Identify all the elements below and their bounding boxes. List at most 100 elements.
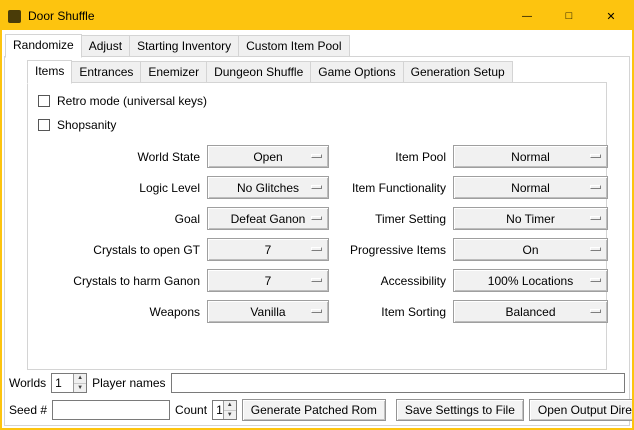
dropdown-indicator-icon — [590, 278, 601, 282]
item-sorting-value: Balanced — [505, 305, 555, 319]
item-sorting-dropdown[interactable]: Balanced — [453, 300, 608, 323]
app-icon — [8, 10, 21, 23]
crystals-harm-ganon-dropdown[interactable]: 7 — [207, 269, 329, 292]
randomize-tab-panel: Items Entrances Enemizer Dungeon Shuffle… — [4, 56, 630, 426]
tab-game-options[interactable]: Game Options — [310, 61, 403, 83]
minimize-icon: — — [522, 11, 532, 22]
player-names-input[interactable] — [171, 373, 626, 393]
spin-up-icon[interactable]: ▲ — [224, 401, 236, 411]
world-state-value: Open — [253, 150, 282, 164]
seed-row: Seed # Count 1 ▲ ▼ Generate Patched Rom … — [9, 399, 625, 421]
item-pool-label: Item Pool — [336, 150, 446, 164]
timer-setting-label: Timer Setting — [336, 212, 446, 226]
tab-randomize[interactable]: Randomize — [5, 34, 82, 58]
dropdown-indicator-icon — [590, 216, 601, 220]
worlds-spinbox[interactable]: 1 ▲ ▼ — [51, 373, 87, 393]
spin-down-icon[interactable]: ▼ — [224, 411, 236, 420]
dropdown-indicator-icon — [590, 154, 601, 158]
window-title: Door Shuffle — [28, 9, 95, 23]
shopsanity-label: Shopsanity — [57, 118, 116, 132]
weapons-dropdown[interactable]: Vanilla — [207, 300, 329, 323]
items-tab-panel: Retro mode (universal keys) Shopsanity W… — [27, 82, 607, 370]
tab-entrances[interactable]: Entrances — [71, 61, 141, 83]
player-names-label: Player names — [92, 376, 165, 390]
dropdown-indicator-icon — [590, 247, 601, 251]
window-controls: — □ ✕ — [506, 2, 632, 30]
goal-label: Goal — [36, 212, 200, 226]
logic-level-dropdown[interactable]: No Glitches — [207, 176, 329, 199]
shopsanity-checkbox[interactable] — [38, 119, 50, 131]
dropdown-indicator-icon — [311, 216, 322, 220]
tab-custom-item-pool[interactable]: Custom Item Pool — [238, 35, 349, 57]
settings-grid: World State Open Item Pool Normal Logic … — [36, 145, 606, 323]
accessibility-dropdown[interactable]: 100% Locations — [453, 269, 608, 292]
tab-adjust[interactable]: Adjust — [81, 35, 130, 57]
seed-label: Seed # — [9, 403, 47, 417]
tab-items[interactable]: Items — [27, 60, 72, 84]
worlds-value: 1 — [52, 374, 73, 392]
goal-dropdown[interactable]: Defeat Ganon — [207, 207, 329, 230]
accessibility-label: Accessibility — [336, 274, 446, 288]
crystals-harm-ganon-value: 7 — [265, 274, 272, 288]
save-settings-button[interactable]: Save Settings to File — [396, 399, 524, 421]
world-state-dropdown[interactable]: Open — [207, 145, 329, 168]
accessibility-value: 100% Locations — [488, 274, 573, 288]
tab-generation-setup[interactable]: Generation Setup — [403, 61, 513, 83]
tab-enemizer[interactable]: Enemizer — [140, 61, 207, 83]
dropdown-indicator-icon — [311, 309, 322, 313]
item-functionality-value: Normal — [511, 181, 550, 195]
spin-down-icon[interactable]: ▼ — [74, 384, 86, 393]
count-label: Count — [175, 403, 207, 417]
open-output-directory-button[interactable]: Open Output Directory — [529, 399, 634, 421]
main-tab-bar: Randomize Adjust Starting Inventory Cust… — [2, 30, 632, 57]
dropdown-indicator-icon — [311, 247, 322, 251]
progressive-items-dropdown[interactable]: On — [453, 238, 608, 261]
dropdown-indicator-icon — [311, 185, 322, 189]
count-spinbox[interactable]: 1 ▲ ▼ — [212, 400, 237, 420]
retro-mode-label: Retro mode (universal keys) — [57, 94, 207, 108]
count-spin-arrows: ▲ ▼ — [223, 401, 236, 419]
crystals-open-gt-label: Crystals to open GT — [36, 243, 200, 257]
logic-level-value: No Glitches — [237, 181, 299, 195]
timer-setting-dropdown[interactable]: No Timer — [453, 207, 608, 230]
titlebar: Door Shuffle — □ ✕ — [2, 2, 632, 30]
shopsanity-row: Shopsanity — [38, 113, 606, 137]
close-button[interactable]: ✕ — [590, 2, 632, 30]
weapons-value: Vanilla — [250, 305, 285, 319]
spin-up-icon[interactable]: ▲ — [74, 374, 86, 384]
progressive-items-label: Progressive Items — [336, 243, 446, 257]
goal-value: Defeat Ganon — [231, 212, 306, 226]
generate-patched-rom-button[interactable]: Generate Patched Rom — [242, 399, 386, 421]
tab-starting-inventory[interactable]: Starting Inventory — [129, 35, 239, 57]
worlds-row: Worlds 1 ▲ ▼ Player names — [9, 372, 625, 394]
crystals-harm-ganon-label: Crystals to harm Ganon — [36, 274, 200, 288]
dropdown-indicator-icon — [590, 185, 601, 189]
dropdown-indicator-icon — [590, 309, 601, 313]
retro-mode-checkbox[interactable] — [38, 95, 50, 107]
worlds-spin-arrows: ▲ ▼ — [73, 374, 86, 392]
dropdown-indicator-icon — [311, 154, 322, 158]
tab-dungeon-shuffle[interactable]: Dungeon Shuffle — [206, 61, 311, 83]
seed-input[interactable] — [52, 400, 170, 420]
timer-setting-value: No Timer — [506, 212, 555, 226]
logic-level-label: Logic Level — [36, 181, 200, 195]
item-sorting-label: Item Sorting — [336, 305, 446, 319]
crystals-open-gt-dropdown[interactable]: 7 — [207, 238, 329, 261]
close-icon: ✕ — [606, 10, 615, 23]
world-state-label: World State — [36, 150, 200, 164]
bottom-controls: Worlds 1 ▲ ▼ Player names Seed # Count 1 — [9, 372, 625, 421]
worlds-label: Worlds — [9, 376, 46, 390]
maximize-button[interactable]: □ — [548, 2, 590, 30]
item-functionality-dropdown[interactable]: Normal — [453, 176, 608, 199]
door-shuffle-window: Door Shuffle — □ ✕ Randomize Adjust Star… — [0, 0, 634, 430]
crystals-open-gt-value: 7 — [265, 243, 272, 257]
progressive-items-value: On — [522, 243, 538, 257]
minimize-button[interactable]: — — [506, 2, 548, 30]
item-pool-dropdown[interactable]: Normal — [453, 145, 608, 168]
weapons-label: Weapons — [36, 305, 200, 319]
maximize-icon: □ — [566, 10, 573, 22]
sub-tab-bar: Items Entrances Enemizer Dungeon Shuffle… — [5, 57, 629, 83]
item-pool-value: Normal — [511, 150, 550, 164]
dropdown-indicator-icon — [311, 278, 322, 282]
count-value: 1 — [213, 401, 223, 419]
